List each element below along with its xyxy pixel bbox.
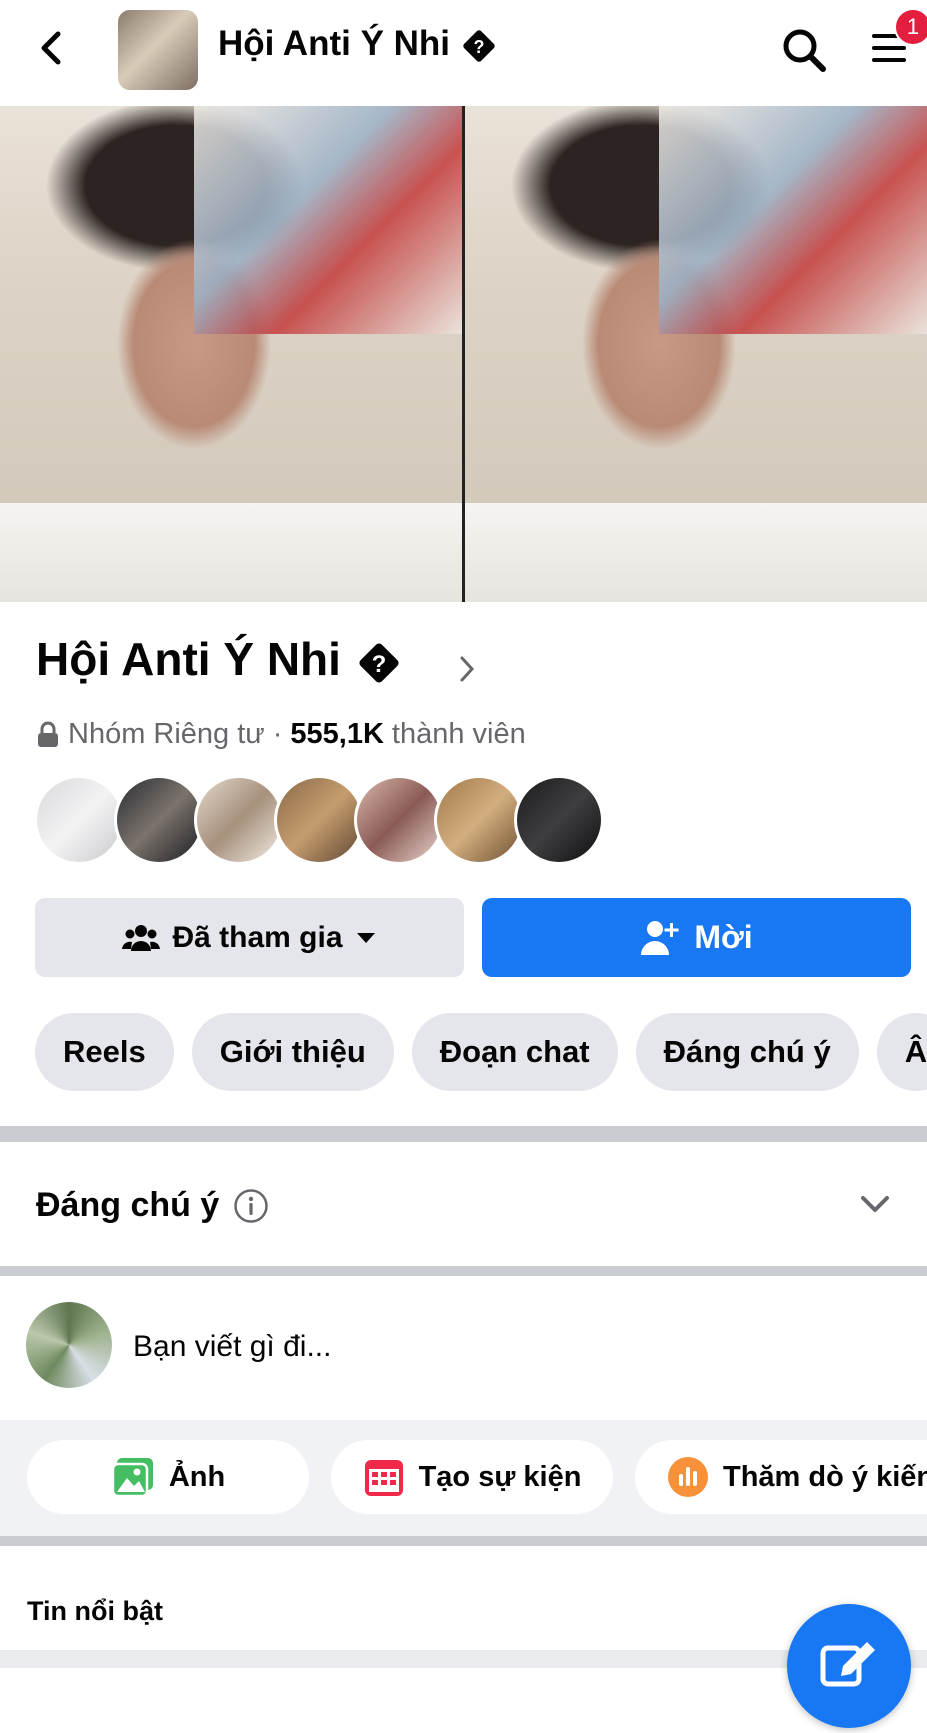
avatar[interactable] <box>114 775 204 865</box>
svg-text:?: ? <box>371 651 386 678</box>
create-event-button[interactable]: Tạo sự kiện <box>331 1440 613 1514</box>
post-actions-bar: Ảnh Tạo sự kiện Thăm dò ý kiến <box>0 1420 927 1536</box>
tab-featured[interactable]: Đáng chú ý <box>635 1013 859 1091</box>
avatar[interactable] <box>434 775 524 865</box>
divider <box>0 1266 927 1276</box>
members-label[interactable]: thành viên <box>392 718 526 751</box>
compose-fab[interactable] <box>787 1604 911 1728</box>
search-icon[interactable] <box>780 26 828 74</box>
cover-photo[interactable] <box>0 106 927 602</box>
privacy-label: Nhóm Riêng tư <box>68 718 265 750</box>
divider <box>0 1536 927 1546</box>
member-avatars[interactable] <box>34 775 604 865</box>
avatar[interactable] <box>514 775 604 865</box>
post-composer-input[interactable]: Bạn viết gì đi... <box>133 1330 331 1364</box>
user-avatar[interactable] <box>26 1302 112 1388</box>
top-bar-title[interactable]: Hội Anti Ý Nhi ? <box>218 24 498 65</box>
photo-button[interactable]: Ảnh <box>27 1440 309 1514</box>
avatar[interactable] <box>194 775 284 865</box>
tab-chats[interactable]: Đoạn chat <box>411 1013 618 1091</box>
members-count[interactable]: 555,1K <box>290 718 384 751</box>
group-thumbnail[interactable] <box>118 10 198 90</box>
group-tabs: Reels Giới thiệu Đoạn chat Đáng chú ý Â <box>35 1013 927 1093</box>
caret-down-icon <box>356 932 375 943</box>
tab-reels[interactable]: Reels <box>35 1013 174 1091</box>
invite-button[interactable]: Mời <box>482 898 911 977</box>
members-group-icon <box>122 924 161 951</box>
top-bar: Hội Anti Ý Nhi ? 1 <box>0 0 927 104</box>
avatar[interactable] <box>34 775 124 865</box>
chevron-down-icon[interactable] <box>860 1194 890 1214</box>
menu-notification-badge: 1 <box>894 8 927 46</box>
divider <box>0 1126 927 1142</box>
tab-about[interactable]: Giới thiệu <box>191 1013 394 1091</box>
edit-icon <box>820 1642 875 1687</box>
poll-icon <box>668 1457 708 1497</box>
highlights-title: Tin nổi bật <box>27 1596 163 1626</box>
cover-photo-left <box>0 106 462 602</box>
help-diamond-icon: ? <box>359 643 399 683</box>
featured-section-header[interactable]: Đáng chú ý <box>36 1186 269 1225</box>
avatar[interactable] <box>354 775 444 865</box>
photo-icon <box>111 1458 153 1498</box>
add-person-icon <box>641 920 679 955</box>
avatar[interactable] <box>274 775 364 865</box>
calendar-icon <box>364 1460 403 1496</box>
group-meta: Nhóm Riêng tư · 555,1K thành viên <box>36 718 526 751</box>
info-icon[interactable] <box>233 1188 269 1224</box>
poll-button[interactable]: Thăm dò ý kiến <box>635 1440 927 1514</box>
lock-icon <box>38 721 58 747</box>
cover-photo-right <box>465 106 927 602</box>
chevron-right-icon[interactable] <box>456 654 478 684</box>
help-diamond-icon: ? <box>463 30 495 62</box>
group-title[interactable]: Hội Anti Ý Nhi ? <box>36 632 404 688</box>
tab-more[interactable]: Â <box>876 1013 927 1091</box>
joined-dropdown-button[interactable]: Đã tham gia <box>35 898 464 977</box>
back-arrow-icon[interactable] <box>30 26 74 70</box>
svg-text:?: ? <box>473 37 484 57</box>
